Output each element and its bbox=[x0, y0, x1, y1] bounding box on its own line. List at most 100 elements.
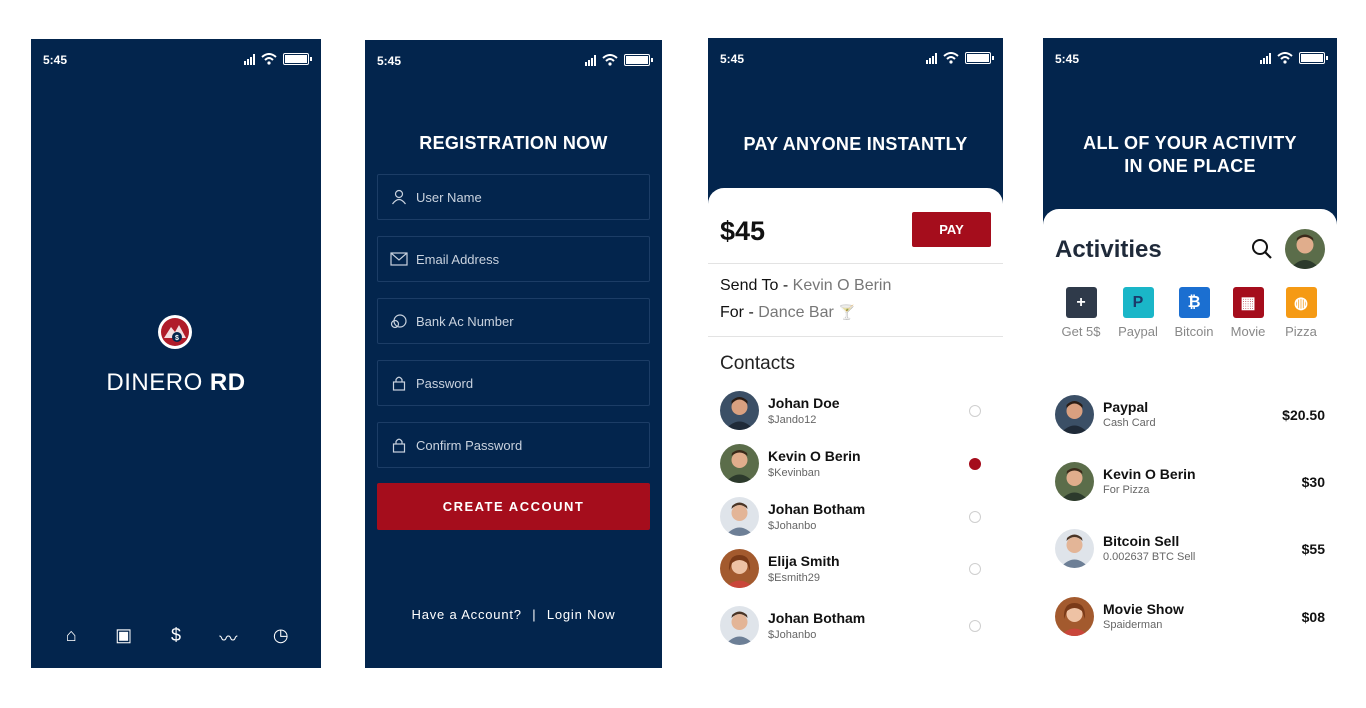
contact-row[interactable]: Kevin O Berin $Kevinban bbox=[720, 444, 989, 484]
password-field[interactable]: Password bbox=[377, 360, 650, 406]
activity-amount: $08 bbox=[1301, 609, 1325, 625]
username-field[interactable]: User Name bbox=[377, 174, 650, 220]
status-time: 5:45 bbox=[43, 53, 68, 67]
wifi-icon bbox=[261, 53, 277, 65]
email-field[interactable]: Email Address bbox=[377, 236, 650, 282]
avatar bbox=[720, 549, 759, 588]
bottom-nav: ⌂ ▣ $ 〰 ◷ bbox=[31, 625, 321, 649]
status-bar: 5:45 bbox=[708, 38, 1003, 78]
brand-name: DINERO RD bbox=[106, 369, 246, 396]
contact-row[interactable]: Johan Botham $Johanbo bbox=[720, 497, 989, 537]
cocktail-icon: 🍸 bbox=[838, 304, 856, 320]
activity-title: Paypal bbox=[1103, 399, 1149, 415]
contact-radio[interactable] bbox=[969, 620, 981, 632]
contacts-heading: Contacts bbox=[720, 353, 795, 374]
activity-row[interactable]: Bitcoin Sell 0.002637 BTC Sell $55 bbox=[1055, 529, 1325, 569]
dollar-icon[interactable]: $ bbox=[166, 625, 186, 649]
send-to-value: Kevin O Berin bbox=[792, 277, 892, 294]
send-to-line: Send To - Kevin O Berin bbox=[720, 277, 891, 295]
contact-row[interactable]: Johan Doe $Jando12 bbox=[720, 391, 989, 431]
status-bar: 5:45 bbox=[365, 40, 662, 80]
signal-icon bbox=[1260, 52, 1271, 64]
contact-radio[interactable] bbox=[969, 563, 981, 575]
quick-label: Get 5$ bbox=[1061, 324, 1101, 339]
create-account-button[interactable]: CREATE ACCOUNT bbox=[377, 483, 650, 530]
password-placeholder: Password bbox=[416, 375, 474, 391]
for-label: For - bbox=[720, 304, 754, 321]
login-now-link[interactable]: Login Now bbox=[547, 607, 616, 622]
signal-icon bbox=[926, 52, 937, 64]
avatar bbox=[720, 444, 759, 483]
login-prompt: Have a Account? | Login Now bbox=[365, 607, 662, 622]
wifi-icon bbox=[943, 52, 959, 64]
for-value: Dance Bar bbox=[758, 304, 834, 321]
contact-row[interactable]: Elija Smith $Esmith29 bbox=[720, 549, 989, 589]
film-icon: ▦ bbox=[1232, 287, 1264, 318]
activity-subtitle: Cash Card bbox=[1103, 417, 1156, 429]
plus-icon: + bbox=[1065, 287, 1097, 318]
contact-radio-selected[interactable] bbox=[969, 458, 981, 470]
divider bbox=[708, 336, 1003, 337]
search-icon[interactable] bbox=[1251, 238, 1273, 260]
battery-icon bbox=[283, 53, 312, 65]
home-icon[interactable]: ⌂ bbox=[61, 625, 81, 649]
confirm-password-field[interactable]: Confirm Password bbox=[377, 422, 650, 468]
quick-get5[interactable]: + Get 5$ bbox=[1053, 287, 1109, 339]
avatar bbox=[720, 391, 759, 430]
activity-subtitle: Spaiderman bbox=[1103, 619, 1163, 631]
contact-radio[interactable] bbox=[969, 511, 981, 523]
quick-label: Bitcoin bbox=[1174, 324, 1214, 339]
contact-handle: $Jando12 bbox=[768, 414, 817, 426]
quick-label: Pizza bbox=[1285, 324, 1317, 339]
wallet-icon[interactable]: ▣ bbox=[114, 625, 134, 649]
signal-icon bbox=[244, 53, 255, 65]
quick-movie[interactable]: ▦ Movie bbox=[1220, 287, 1276, 339]
confirm-password-placeholder: Confirm Password bbox=[416, 437, 523, 453]
activity-amount: $55 bbox=[1301, 541, 1325, 557]
activities-heading: Activities bbox=[1055, 236, 1162, 263]
activity-row[interactable]: Movie Show Spaiderman $08 bbox=[1055, 597, 1325, 637]
avatar[interactable] bbox=[1285, 229, 1325, 269]
avatar bbox=[1055, 462, 1094, 501]
contact-handle: $Johanbo bbox=[768, 520, 817, 532]
contact-name: Elija Smith bbox=[768, 553, 840, 569]
bank-account-field[interactable]: Bank Ac Number bbox=[377, 298, 650, 344]
quick-paypal[interactable]: P Paypal bbox=[1110, 287, 1166, 339]
contact-name: Johan Doe bbox=[768, 395, 840, 411]
status-bar: 5:45 bbox=[1043, 38, 1337, 78]
splash-screen: 5:45 $ DINERO RD ⌂ ▣ $ 〰 ◷ bbox=[31, 39, 321, 668]
activity-card: Activities + Get 5$ P Paypal ₿ Bitcoin ▦… bbox=[1043, 209, 1337, 668]
contact-radio[interactable] bbox=[969, 405, 981, 417]
have-account-text: Have a Account? bbox=[411, 607, 522, 622]
activity-amount: $20.50 bbox=[1282, 407, 1325, 423]
contact-name: Johan Botham bbox=[768, 501, 866, 517]
quick-label: Movie bbox=[1230, 324, 1266, 339]
contact-name: Johan Botham bbox=[768, 610, 866, 626]
activity-title: Bitcoin Sell bbox=[1103, 533, 1180, 549]
pay-button[interactable]: PAY bbox=[912, 212, 991, 247]
registration-screen: 5:45 REGISTRATION NOW User Name Email Ad… bbox=[365, 40, 662, 668]
wifi-icon bbox=[602, 54, 618, 66]
activity-row[interactable]: Kevin O Berin For Pizza $30 bbox=[1055, 462, 1325, 502]
page-title-line1: ALL OF YOUR ACTIVITY bbox=[1083, 133, 1297, 153]
activity-row[interactable]: Paypal Cash Card $20.50 bbox=[1055, 395, 1325, 435]
quick-bitcoin[interactable]: ₿ Bitcoin bbox=[1166, 287, 1222, 339]
pay-screen: 5:45 PAY ANYONE INSTANTLY $45 PAY Send T… bbox=[708, 38, 1003, 668]
send-to-label: Send To - bbox=[720, 277, 789, 294]
separator: | bbox=[532, 607, 537, 622]
stats-icon[interactable]: 〰 bbox=[218, 625, 238, 649]
contact-row[interactable]: Johan Botham $Johanbo bbox=[720, 606, 989, 646]
activity-screen: 5:45 ALL OF YOUR ACTIVITY IN ONE PLACE A… bbox=[1043, 38, 1337, 668]
lock-icon bbox=[390, 436, 408, 454]
activity-title: Kevin O Berin bbox=[1103, 466, 1196, 482]
clock-icon[interactable]: ◷ bbox=[271, 625, 291, 649]
user-icon bbox=[390, 188, 408, 206]
contact-handle: $Johanbo bbox=[768, 629, 817, 641]
brand-logo: $ bbox=[158, 315, 192, 349]
activity-amount: $30 bbox=[1301, 474, 1325, 490]
contact-handle: $Kevinban bbox=[768, 467, 820, 479]
payment-amount: $45 bbox=[720, 216, 766, 246]
battery-icon bbox=[624, 54, 653, 66]
quick-pizza[interactable]: ◍ Pizza bbox=[1273, 287, 1329, 339]
bank-account-placeholder: Bank Ac Number bbox=[416, 313, 514, 329]
